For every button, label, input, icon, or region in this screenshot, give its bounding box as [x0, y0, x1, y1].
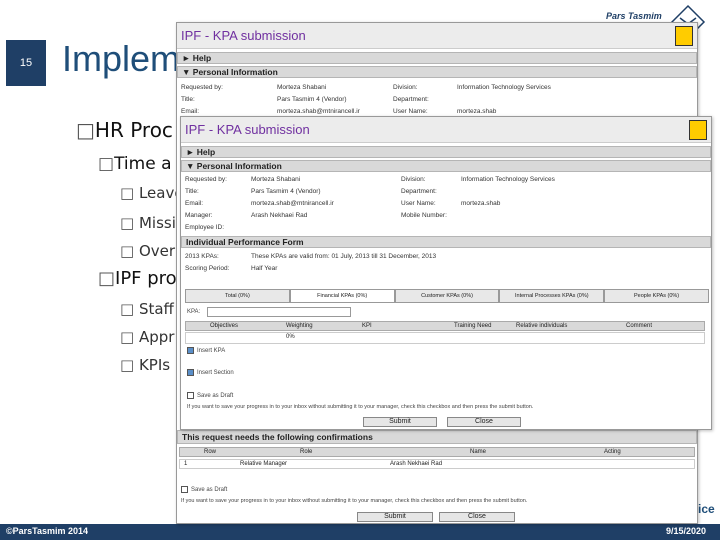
- bullet-kpis: □ KPIs: [120, 356, 171, 374]
- info-row: Title: Pars Tasmim 4 (Vendor) Department…: [185, 188, 437, 195]
- close-button[interactable]: Close: [439, 512, 515, 522]
- scoring-period-row: Scoring Period: Half Year: [185, 265, 278, 272]
- info-row: Email: morteza.shab@mtnirancell.ir User …: [185, 200, 501, 207]
- bullet-appr: □ Appr: [120, 328, 175, 346]
- submit-button[interactable]: Submit: [357, 512, 433, 522]
- help-section-toggle[interactable]: ► Help: [177, 52, 697, 64]
- personal-info-section-toggle[interactable]: ▼ Personal Information: [177, 66, 697, 78]
- info-row: Title: Pars Tasmim 4 (Vendor) Department…: [181, 96, 429, 103]
- kpa-input[interactable]: [207, 307, 351, 317]
- save-draft-checkbox[interactable]: [181, 486, 188, 493]
- company-logo-text: Pars Tasmim: [606, 11, 662, 21]
- bullet-time: □Time a: [98, 154, 172, 174]
- window-header: IPF - KPA submission: [177, 23, 697, 49]
- tab-internal-processes[interactable]: Internal Processes KPAs (0%): [499, 289, 605, 303]
- tab-people[interactable]: People KPAs (0%): [604, 289, 709, 303]
- bullet-icon: □: [120, 300, 139, 318]
- weighting-value[interactable]: 0%: [286, 334, 295, 340]
- mtn-logo-icon: [675, 26, 693, 46]
- submit-button[interactable]: Submit: [363, 417, 437, 427]
- kpa-field-label: KPA:: [187, 309, 201, 315]
- table-row: 1 Relative Manager Arash Nekhaei Rad: [179, 459, 695, 469]
- info-row: Manager: Arash Nekhaei Rad Mobile Number…: [185, 212, 447, 219]
- insert-kpa-row[interactable]: Insert KPA: [187, 347, 225, 354]
- help-section-toggle[interactable]: ► Help: [181, 146, 711, 158]
- kpa-period-row: 2013 KPAs: These KPAs are valid from: 01…: [185, 253, 437, 260]
- confirmations-header: This request needs the following confirm…: [177, 430, 697, 444]
- bullet-icon: □: [120, 356, 139, 374]
- bullet-ipf: □IPF pro: [98, 268, 177, 289]
- save-draft-note: If you want to save your progress in to …: [187, 404, 534, 410]
- window-title: IPF - KPA submission: [185, 122, 310, 137]
- bullet-leave: □ Leave: [120, 184, 184, 202]
- bullet-icon: □: [76, 118, 95, 142]
- tab-total[interactable]: Total (0%): [185, 289, 290, 303]
- bullet-icon: □: [120, 242, 139, 260]
- close-button[interactable]: Close: [447, 417, 521, 427]
- bullet-hr: □HR Proc: [76, 118, 173, 142]
- bullet-icon: □: [98, 154, 115, 174]
- kpa-tabs: Total (0%) Financial KPAs (0%) Customer …: [185, 289, 709, 303]
- info-row: Requested by: Morteza Shabani Division: …: [185, 176, 555, 183]
- footer-bar: ©ParsTasmim 2014 9/15/2020: [0, 524, 720, 540]
- insert-section-icon: [187, 369, 194, 376]
- bullet-icon: □: [120, 214, 139, 232]
- window-title: IPF - KPA submission: [181, 28, 306, 43]
- corner-text: ice: [698, 502, 715, 516]
- tab-customer[interactable]: Customer KPAs (0%): [394, 289, 500, 303]
- bullet-icon: □: [120, 328, 139, 346]
- bullet-icon: □: [98, 268, 116, 289]
- slide-number: 15: [6, 40, 46, 86]
- info-row: Employee ID:: [185, 224, 225, 231]
- insert-section-row[interactable]: Insert Section: [187, 369, 234, 376]
- save-draft-row: Save as Draft: [187, 392, 233, 399]
- kpa-grid-row: 0%: [185, 332, 705, 344]
- save-draft-checkbox[interactable]: [187, 392, 194, 399]
- tab-financial[interactable]: Financial KPAs (0%): [289, 289, 395, 303]
- footer-copyright: ©ParsTasmim 2014: [6, 526, 89, 536]
- footer-date: 9/15/2020: [665, 526, 706, 536]
- bullet-overtime: □ Over: [120, 242, 176, 260]
- mtn-logo-icon: [689, 120, 707, 140]
- insert-kpa-icon: [187, 347, 194, 354]
- kpa-window-front: IPF - KPA submission ► Help ▼ Personal I…: [180, 116, 712, 430]
- info-row: Requested by: Morteza Shabani Division: …: [181, 84, 551, 91]
- bullet-icon: □: [120, 184, 139, 202]
- personal-info-section-toggle[interactable]: ▼ Personal Information: [181, 160, 711, 172]
- ipf-section-header: Individual Performance Form: [181, 236, 711, 248]
- kpa-grid-header: Objectives Weighting KPI Training Need R…: [185, 321, 705, 331]
- confirm-table-header: Row Role Name Acting: [179, 447, 695, 457]
- save-draft-row: Save as Draft: [181, 486, 227, 493]
- bullet-mission: □ Missi: [120, 214, 176, 232]
- bullet-staff: □ Staff: [120, 300, 174, 318]
- save-draft-note: If you want to save your progress in to …: [181, 498, 528, 504]
- window-header: IPF - KPA submission: [181, 117, 711, 143]
